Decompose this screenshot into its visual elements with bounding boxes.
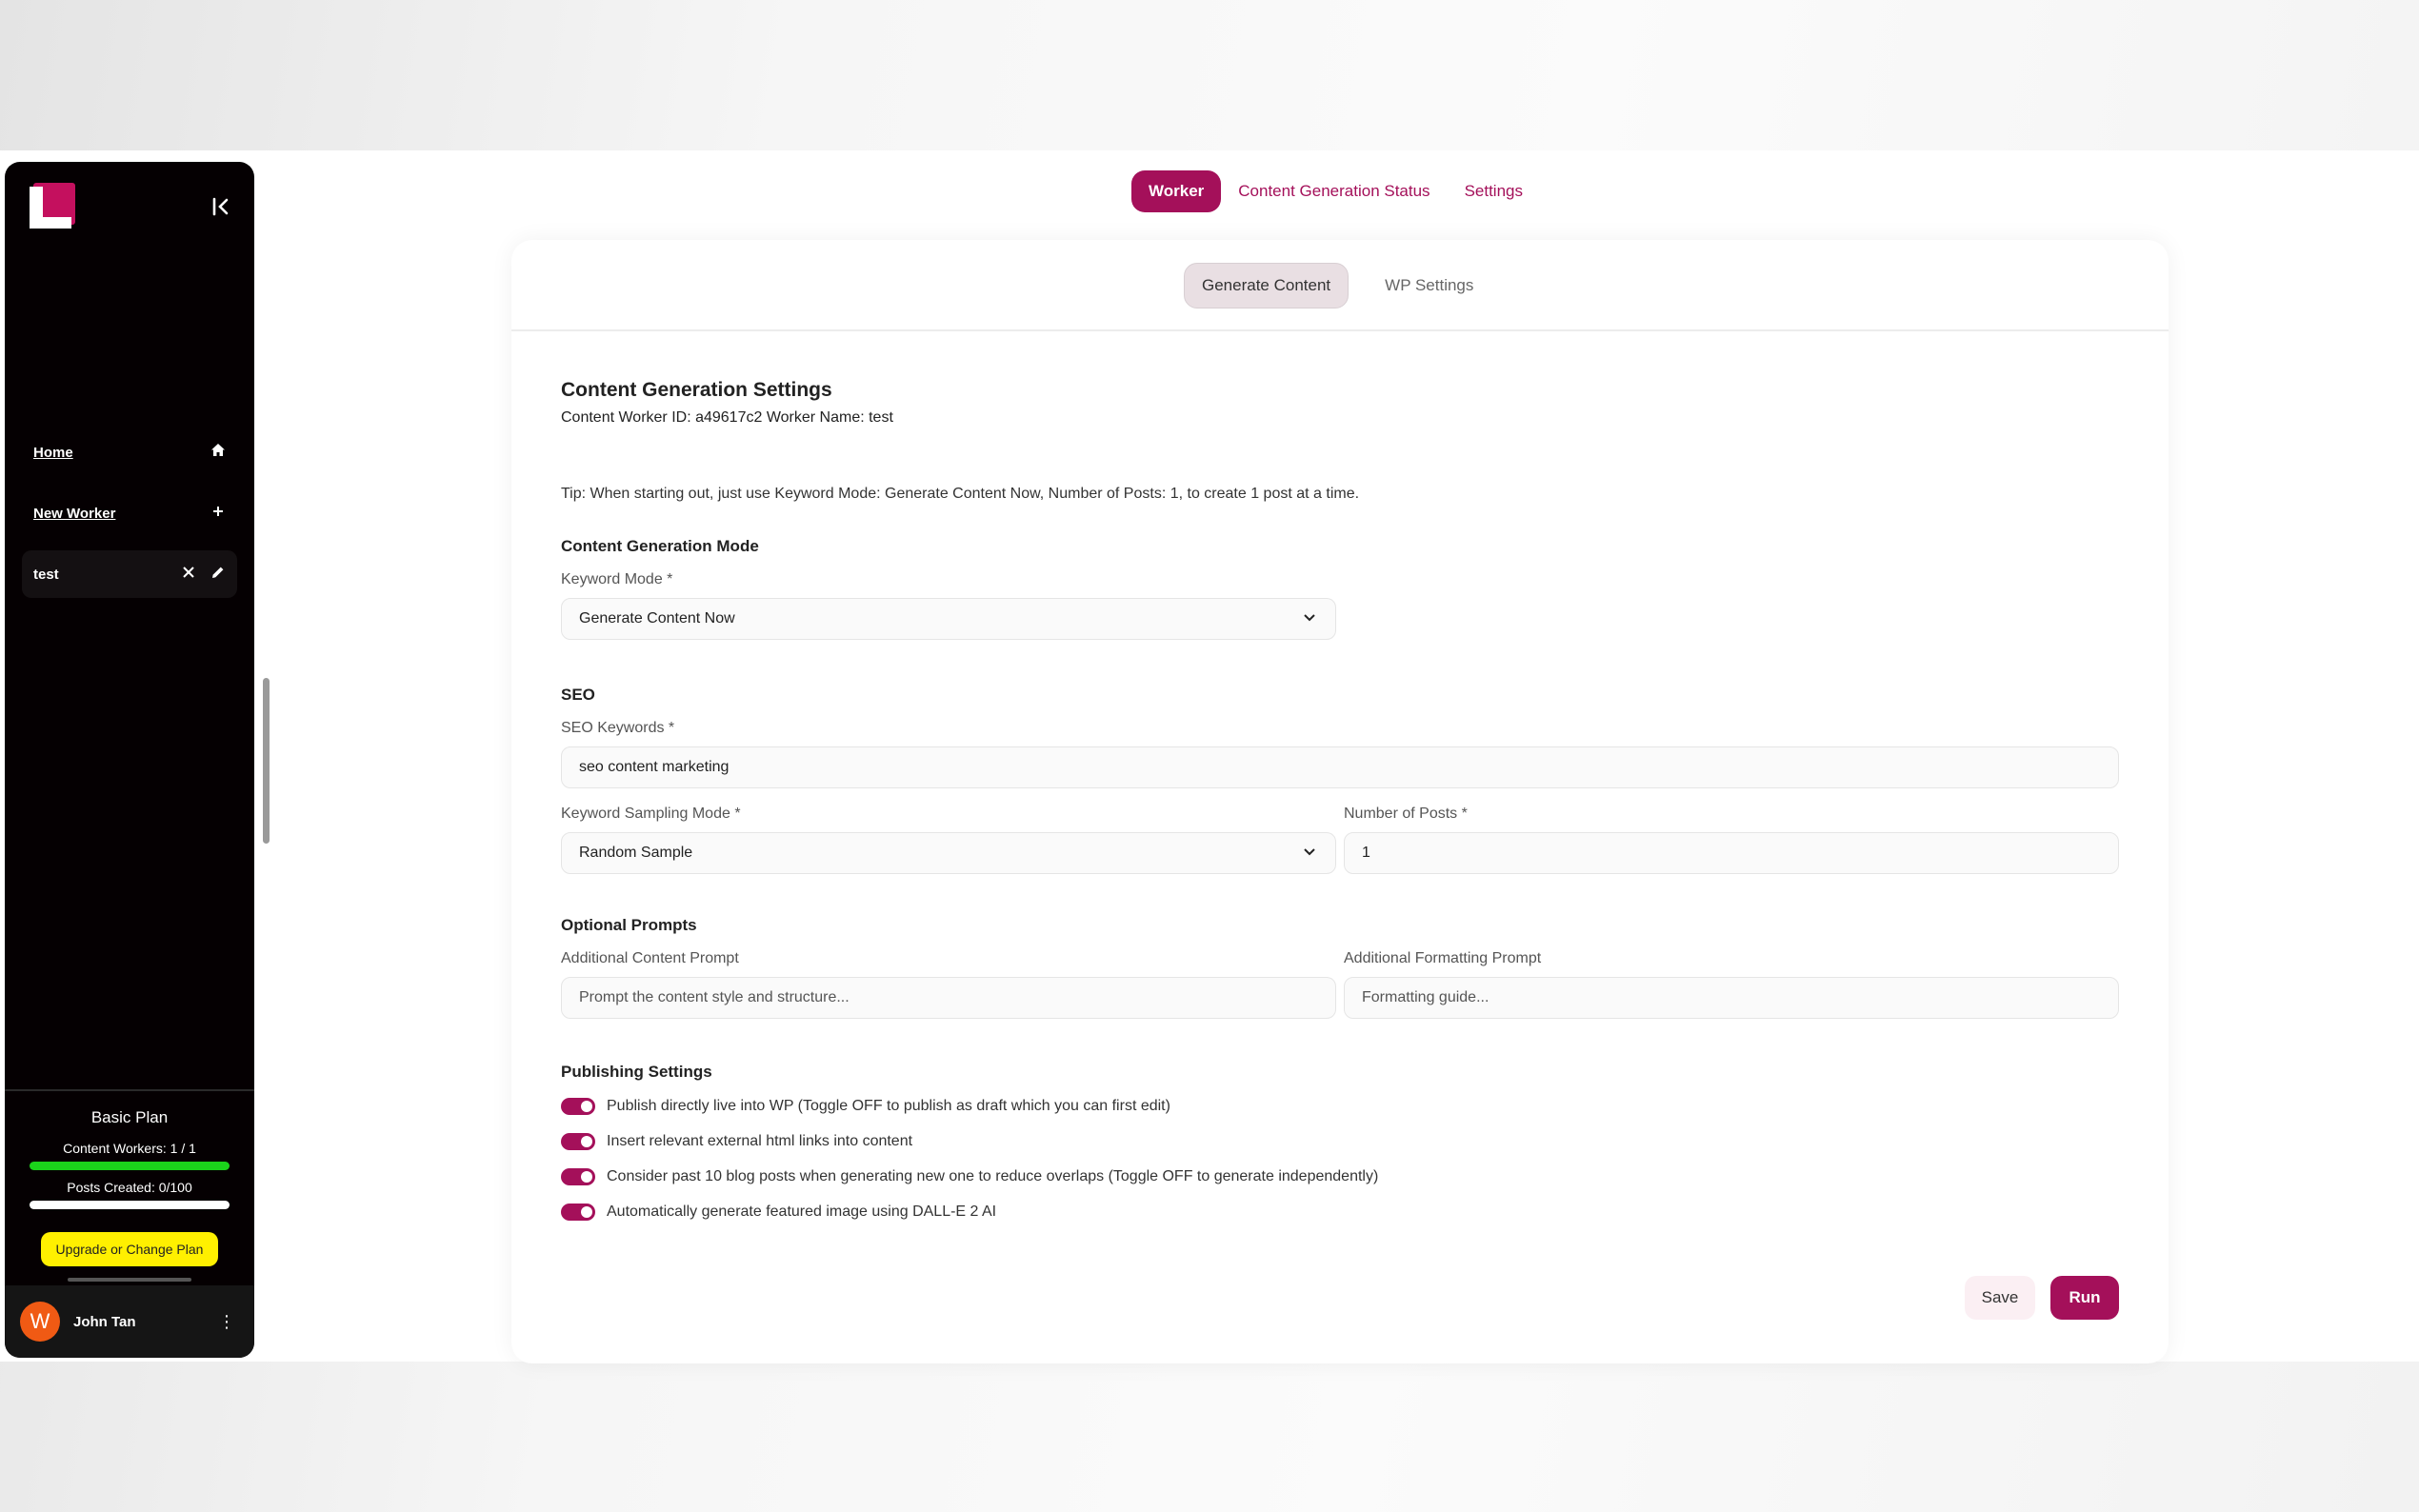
posts-created-text: Posts Created: 0/100 <box>67 1180 192 1195</box>
plus-icon <box>210 504 226 523</box>
format-prompt-label: Additional Formatting Prompt <box>1344 950 1542 966</box>
toggle-row: Insert relevant external html links into… <box>561 1124 2085 1159</box>
collapse-sidebar-icon[interactable] <box>207 192 235 221</box>
tab-content-generation-status[interactable]: Content Generation Status <box>1238 170 1447 212</box>
sidebar-item-new-worker[interactable]: New Worker <box>22 489 237 537</box>
publish-live-toggle[interactable] <box>561 1098 595 1115</box>
keyword-mode-value: Generate Content Now <box>579 610 735 627</box>
close-icon[interactable] <box>182 566 195 583</box>
avatar: W <box>20 1302 60 1342</box>
content-prompt-label: Additional Content Prompt <box>561 950 739 966</box>
top-tabs: Worker Content Generation Status Setting… <box>1131 169 1540 213</box>
sidebar-item-home[interactable]: Home <box>22 428 237 476</box>
external-links-toggle[interactable] <box>561 1133 595 1150</box>
worker-meta: Content Worker ID: a49617c2 Worker Name:… <box>561 409 893 426</box>
page-title: Content Generation Settings <box>561 379 832 401</box>
form: Content Generation Settings Content Work… <box>561 379 2123 503</box>
toggle-label: Consider past 10 blog posts when generat… <box>607 1168 1379 1184</box>
sidebar-item-label: Home <box>33 444 73 461</box>
content-workers-text: Content Workers: 1 / 1 <box>63 1141 196 1156</box>
optional-prompts-title: Optional Prompts <box>561 916 697 934</box>
mode-section-title: Content Generation Mode <box>561 537 759 555</box>
toggle-row: Automatically generate featured image us… <box>561 1195 2085 1229</box>
toggle-label: Insert relevant external html links into… <box>607 1133 913 1149</box>
posts-created-progress <box>30 1201 230 1209</box>
content-prompt-placeholder: Prompt the content style and structure..… <box>579 989 850 1005</box>
publishing-section-title: Publishing Settings <box>561 1063 712 1081</box>
sidebar: Home New Worker test Basic Plan Content … <box>5 162 254 1358</box>
toggle-label: Automatically generate featured image us… <box>607 1204 997 1220</box>
format-prompt-input[interactable]: Formatting guide... <box>1344 977 2119 1019</box>
number-of-posts-label: Number of Posts * <box>1344 806 1468 822</box>
keyword-sampling-value: Random Sample <box>579 845 693 861</box>
more-vertical-icon[interactable]: ⋮ <box>214 1312 239 1332</box>
keyword-mode-select[interactable]: Generate Content Now <box>561 598 1336 640</box>
scrollbar[interactable] <box>263 678 270 844</box>
seo-keywords-input[interactable]: seo content marketing <box>561 746 2119 788</box>
keyword-sampling-label: Keyword Sampling Mode * <box>561 806 741 822</box>
sidebar-item-label: New Worker <box>33 505 116 522</box>
save-button[interactable]: Save <box>1965 1276 2035 1320</box>
pencil-icon[interactable] <box>210 565 226 584</box>
main-card: Generate Content WP Settings Content Gen… <box>511 240 2169 1363</box>
toggle-row: Publish directly live into WP (Toggle OF… <box>561 1089 2085 1124</box>
keyword-sampling-select[interactable]: Random Sample <box>561 832 1336 874</box>
sub-tabs: Generate Content WP Settings <box>1184 263 1490 308</box>
app-logo[interactable] <box>30 183 77 229</box>
tab-wp-settings[interactable]: WP Settings <box>1368 264 1490 308</box>
user-profile[interactable]: W John Tan ⋮ <box>5 1285 254 1358</box>
upgrade-plan-button[interactable]: Upgrade or Change Plan <box>40 1232 219 1266</box>
tab-settings[interactable]: Settings <box>1465 170 1540 212</box>
panel-handle <box>68 1278 191 1282</box>
run-button[interactable]: Run <box>2050 1276 2119 1320</box>
toggle-label: Publish directly live into WP (Toggle OF… <box>607 1098 1170 1114</box>
sidebar-item-label: test <box>33 566 59 583</box>
user-name: John Tan <box>73 1313 136 1330</box>
tab-worker[interactable]: Worker <box>1131 170 1222 212</box>
seo-keywords-value: seo content marketing <box>579 759 730 775</box>
format-prompt-placeholder: Formatting guide... <box>1362 989 1489 1005</box>
tab-generate-content[interactable]: Generate Content <box>1184 263 1349 308</box>
featured-image-toggle[interactable] <box>561 1204 595 1221</box>
publishing-toggles: Publish directly live into WP (Toggle OF… <box>561 1089 2085 1229</box>
seo-section-title: SEO <box>561 686 595 704</box>
divider <box>511 329 2169 331</box>
chevron-down-icon <box>1301 843 1318 865</box>
chevron-down-icon <box>1301 608 1318 630</box>
tip-text: Tip: When starting out, just use Keyword… <box>561 486 1360 502</box>
seo-keywords-label: SEO Keywords * <box>561 720 675 736</box>
home-icon <box>210 443 226 462</box>
toggle-row: Consider past 10 blog posts when generat… <box>561 1160 2085 1194</box>
reduce-overlaps-toggle[interactable] <box>561 1168 595 1185</box>
content-workers-progress <box>30 1162 230 1170</box>
sidebar-item-worker-test[interactable]: test <box>22 550 237 598</box>
plan-title: Basic Plan <box>90 1108 169 1126</box>
content-prompt-input[interactable]: Prompt the content style and structure..… <box>561 977 1336 1019</box>
plan-panel: Basic Plan Content Workers: 1 / 1 Posts … <box>5 1089 254 1282</box>
keyword-mode-label: Keyword Mode * <box>561 571 673 587</box>
number-of-posts-input[interactable]: 1 <box>1344 832 2119 874</box>
number-of-posts-value: 1 <box>1362 845 1370 861</box>
